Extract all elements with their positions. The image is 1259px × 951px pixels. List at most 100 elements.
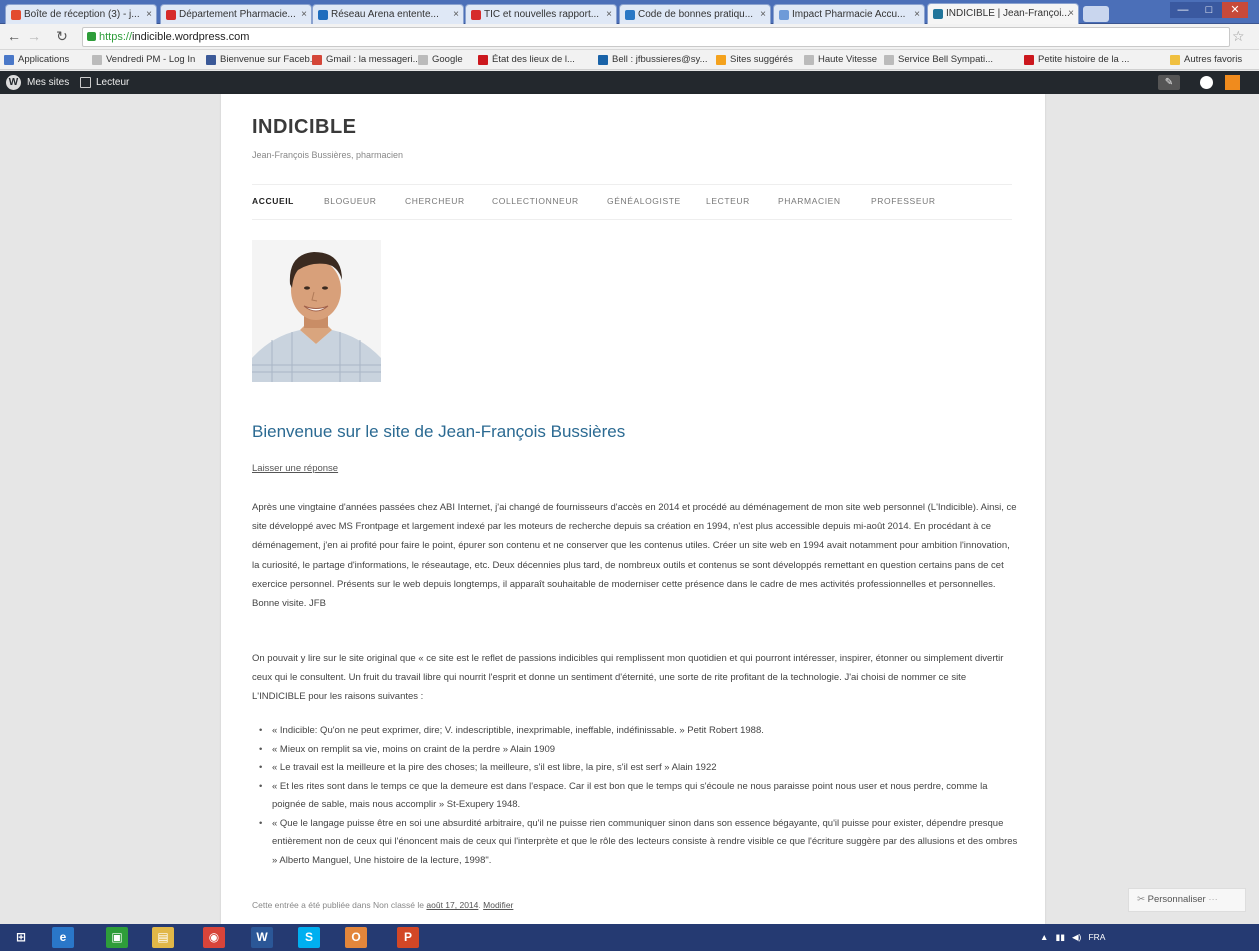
powerpoint-icon[interactable]: P — [397, 927, 419, 948]
chrome-icon[interactable]: ◉ — [203, 927, 225, 948]
page-content: INDICIBLE Jean-François Bussières, pharm… — [221, 94, 1045, 924]
address-bar[interactable]: https://indicible.wordpress.com — [82, 27, 1230, 47]
word-icon[interactable]: W — [251, 927, 273, 948]
bookmark-item[interactable]: Petite histoire de la ... — [1024, 52, 1129, 68]
list-item: « Que le langage puisse être en soi une … — [252, 815, 1018, 871]
nav-professeur[interactable]: PROFESSEUR — [871, 196, 936, 206]
bookmark-item[interactable]: Google — [418, 52, 463, 68]
portrait-photo — [252, 240, 381, 382]
browser-tab[interactable]: Département Pharmacie... × — [160, 4, 312, 24]
browser-tab[interactable]: Boîte de réception (3) - j... × — [5, 4, 157, 24]
reader-link[interactable]: Lecteur — [96, 71, 129, 94]
browser-toolbar: ← → ↻ https://indicible.wordpress.com ☆ — [0, 24, 1259, 50]
forward-icon[interactable]: → — [26, 28, 42, 44]
customize-button[interactable]: ✂ Personnaliser ··· — [1128, 888, 1246, 912]
bookmark-favicon-icon — [1170, 55, 1180, 65]
tab-close-icon[interactable]: × — [301, 5, 307, 24]
write-post-icon[interactable]: ✎ — [1158, 75, 1180, 90]
bookmarks-bar: Applications Vendredi PM - Log In Bienvenu… — [0, 50, 1259, 70]
bookmark-favicon-icon — [716, 55, 726, 65]
tray-language[interactable]: FRA — [1088, 932, 1105, 942]
bookmark-item[interactable]: Applications — [4, 52, 69, 68]
tab-label: Code de bonnes pratiqu... — [638, 9, 754, 20]
tab-close-icon[interactable]: × — [760, 5, 766, 24]
minimize-button[interactable]: — — [1170, 2, 1196, 18]
reply-link[interactable]: Laisser une réponse — [252, 463, 338, 474]
internet-explorer-icon[interactable]: e — [52, 927, 74, 948]
tab-close-icon[interactable]: × — [453, 5, 459, 24]
nav-accueil[interactable]: ACCUEIL — [252, 196, 294, 206]
notifications-icon[interactable] — [1225, 75, 1240, 90]
browser-tab-strip: Boîte de réception (3) - j... × Départemen… — [0, 0, 1259, 24]
close-window-button[interactable]: ✕ — [1222, 2, 1248, 18]
post-meta-separator: . — [478, 900, 481, 910]
bookmark-label: Petite histoire de la ... — [1038, 54, 1130, 65]
browser-tab[interactable]: Impact Pharmacie Accu... × — [773, 4, 925, 24]
system-tray: ▲ ▮▮ ◀) FRA — [1040, 924, 1105, 951]
list-item: « Indicible: Qu'on ne peut exprimer, dir… — [252, 722, 1018, 741]
my-sites-link[interactable]: Mes sites — [27, 71, 69, 94]
site-description: Jean-François Bussières, pharmacien — [252, 150, 404, 160]
main-navigation: ACCUEIL BLOGUEUR CHERCHEUR COLLECTIONNEU… — [252, 184, 1012, 220]
browser-tab[interactable]: TIC et nouvelles rapport... × — [465, 4, 617, 24]
nav-genealogiste[interactable]: GÉNÉALOGISTE — [607, 196, 681, 206]
lock-icon — [87, 32, 96, 41]
wordpress-logo-icon[interactable]: W — [6, 75, 21, 90]
customize-label: Personnaliser — [1147, 894, 1206, 905]
customize-icon: ✂ — [1137, 894, 1145, 905]
browser-tab[interactable]: Réseau Arena entente... × — [312, 4, 464, 24]
tab-close-icon[interactable]: × — [1068, 4, 1074, 23]
nav-pharmacien[interactable]: PHARMACIEN — [778, 196, 841, 206]
post-title[interactable]: Bienvenue sur le site de Jean-François B… — [252, 422, 625, 442]
tray-arrow-icon[interactable]: ▲ — [1040, 932, 1048, 942]
user-avatar[interactable] — [1200, 76, 1213, 89]
bookmark-item[interactable]: Bienvenue sur Faceb... — [206, 52, 318, 68]
tab-favicon-icon — [318, 10, 328, 20]
windows-start-icon[interactable]: ⊞ — [10, 927, 32, 948]
bookmark-item[interactable]: Autres favoris — [1170, 52, 1242, 68]
bookmark-item[interactable]: Haute Vitesse — [804, 52, 877, 68]
maximize-button[interactable]: □ — [1196, 2, 1222, 18]
tab-favicon-icon — [779, 10, 789, 20]
list-item: « Le travail est la meilleure et la pire… — [252, 759, 1018, 778]
bookmark-item[interactable]: Vendredi PM - Log In — [92, 52, 195, 68]
post-meta-prefix: Cette entrée a été publiée dans Non clas… — [252, 900, 425, 910]
nav-blogueur[interactable]: BLOGUEUR — [324, 196, 377, 206]
url-scheme: https:// — [99, 31, 133, 43]
tab-close-icon[interactable]: × — [146, 5, 152, 24]
outlook-icon[interactable]: O — [345, 927, 367, 948]
windows-taskbar: ▲ ▮▮ ◀) FRA ⊞ e ▣ ▤ ◉ W S O P — [0, 924, 1259, 951]
bookmark-label: Google — [432, 54, 463, 65]
browser-tab[interactable]: INDICIBLE | Jean-Françoi... × — [927, 3, 1079, 24]
browser-tab[interactable]: Code de bonnes pratiqu... × — [619, 4, 771, 24]
tab-label: TIC et nouvelles rapport... — [484, 9, 600, 20]
nav-lecteur[interactable]: LECTEUR — [706, 196, 750, 206]
file-explorer-icon[interactable]: ▤ — [152, 927, 174, 948]
reload-icon[interactable]: ↻ — [54, 28, 70, 44]
volume-icon[interactable]: ◀) — [1072, 932, 1081, 942]
bookmark-item[interactable]: Gmail : la messageri... — [312, 52, 421, 68]
list-item: « Mieux on remplit sa vie, moins on crai… — [252, 741, 1018, 760]
network-icon[interactable]: ▮▮ — [1056, 932, 1065, 942]
back-icon[interactable]: ← — [6, 28, 22, 44]
reader-icon — [80, 77, 91, 88]
bookmark-item[interactable]: Sites suggérés — [716, 52, 793, 68]
tab-close-icon[interactable]: × — [606, 5, 612, 24]
bookmark-favicon-icon — [1024, 55, 1034, 65]
store-icon[interactable]: ▣ — [106, 927, 128, 948]
post-date-link[interactable]: août 17, 2014 — [426, 900, 478, 910]
bookmark-label: Vendredi PM - Log In — [106, 54, 196, 65]
skype-icon[interactable]: S — [298, 927, 320, 948]
tab-close-icon[interactable]: × — [914, 5, 920, 24]
bookmark-item[interactable]: État des lieux de l... — [478, 52, 575, 68]
bookmark-star-icon[interactable]: ☆ — [1232, 28, 1245, 45]
nav-chercheur[interactable]: CHERCHEUR — [405, 196, 465, 206]
bookmark-favicon-icon — [884, 55, 894, 65]
bookmark-item[interactable]: Bell : jfbussieres@sy... — [598, 52, 708, 68]
edit-post-link[interactable]: Modifier — [483, 900, 513, 910]
site-title[interactable]: INDICIBLE — [252, 116, 357, 139]
nav-collectionneur[interactable]: COLLECTIONNEUR — [492, 196, 579, 206]
new-tab-button[interactable] — [1083, 6, 1109, 22]
bookmark-label: État des lieux de l... — [492, 54, 575, 65]
bookmark-item[interactable]: Service Bell Sympati... — [884, 52, 993, 68]
